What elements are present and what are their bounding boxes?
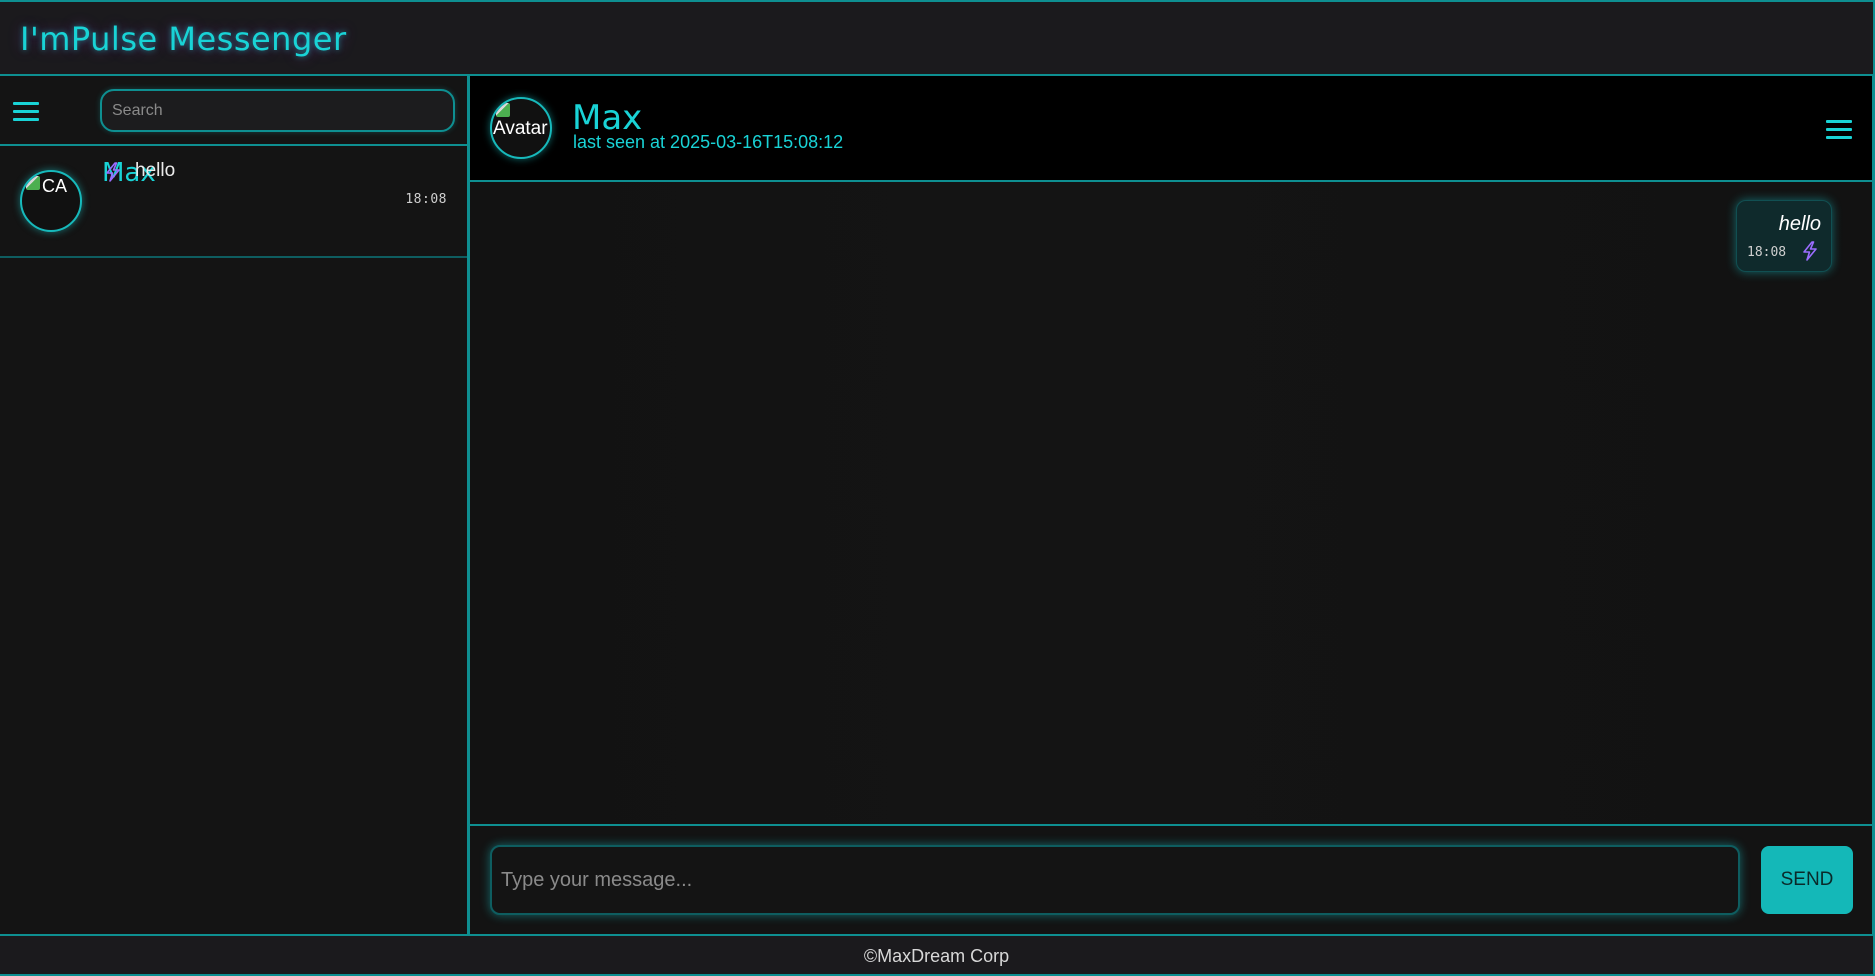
chat-panel: Avatar Max last seen at 2025-03-16T15:08… bbox=[470, 76, 1875, 934]
avatar-alt-text: CA bbox=[42, 176, 68, 196]
message-bubble-outgoing[interactable]: hello 18:08 bbox=[1736, 200, 1832, 272]
app-title: I'mPulse Messenger bbox=[20, 20, 347, 58]
chat-menu-icon[interactable] bbox=[1826, 118, 1852, 140]
message-time: 18:08 bbox=[1747, 245, 1787, 260]
message-text: hello bbox=[1778, 213, 1821, 235]
broken-image-icon bbox=[26, 176, 40, 190]
message-input[interactable] bbox=[490, 845, 1740, 915]
chat-item-time: 18:08 bbox=[405, 192, 447, 207]
chat-item-last-message: hello bbox=[135, 160, 176, 181]
contact-avatar[interactable]: Avatar bbox=[490, 97, 552, 159]
footer-copyright: ©MaxDream Corp bbox=[863, 946, 1010, 966]
app-footer: ©MaxDream Corp bbox=[0, 934, 1875, 976]
chat-header: Avatar Max last seen at 2025-03-16T15:08… bbox=[470, 76, 1872, 182]
messenger-app: I'mPulse Messenger CA Max hello 18:08 bbox=[0, 0, 1875, 976]
message-list[interactable]: hello 18:08 bbox=[470, 182, 1872, 825]
broken-image-icon bbox=[496, 103, 510, 117]
avatar: CA bbox=[20, 170, 82, 232]
sidebar-toolbar bbox=[0, 76, 467, 146]
lightning-bolt-icon bbox=[1803, 241, 1817, 261]
send-button[interactable]: SEND bbox=[1761, 846, 1853, 914]
avatar-alt-text: Avatar bbox=[493, 118, 548, 139]
app-header: I'mPulse Messenger bbox=[0, 0, 1875, 76]
lightning-bolt-icon bbox=[106, 162, 120, 182]
chat-list-item[interactable]: CA Max bbox=[0, 146, 467, 258]
sidebar-menu-icon[interactable] bbox=[13, 100, 39, 122]
sidebar: CA Max hello 18:08 bbox=[0, 76, 470, 934]
search-input[interactable] bbox=[100, 89, 455, 132]
message-composer: SEND bbox=[470, 824, 1872, 934]
contact-last-seen: last seen at 2025-03-16T15:08:12 bbox=[573, 132, 844, 152]
